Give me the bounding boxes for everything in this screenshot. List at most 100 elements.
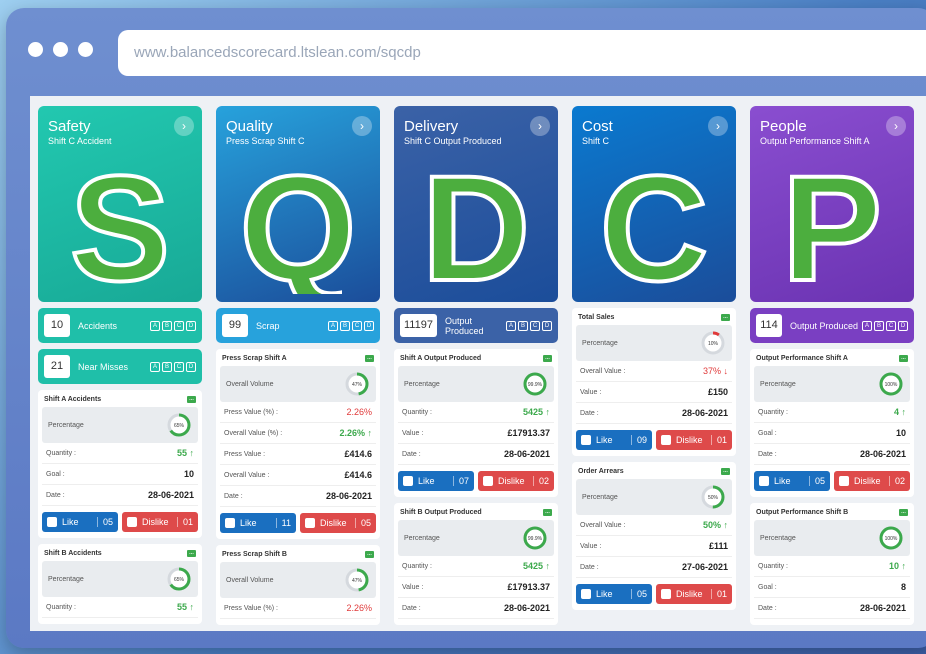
like-label: Like — [596, 589, 613, 599]
comment-icon[interactable]: … — [543, 509, 552, 516]
shift-d-toggle[interactable]: D — [542, 320, 552, 331]
metric-bar[interactable]: 10 Accidents A B C D — [38, 308, 202, 343]
shift-a-toggle[interactable]: A — [328, 320, 338, 331]
row-value: 55 ↑ — [176, 448, 194, 458]
thumbs-down-icon — [305, 518, 315, 528]
metric-value: 11197 — [400, 314, 437, 337]
progress-value: 100% — [885, 536, 898, 542]
shift-b-toggle[interactable]: B — [340, 320, 350, 331]
kpi-hero-cost[interactable]: Cost Shift C › C — [572, 106, 736, 302]
window-dot[interactable] — [78, 42, 93, 57]
kpi-hero-people[interactable]: People Output Performance Shift A › P — [750, 106, 914, 302]
comment-icon[interactable]: … — [187, 396, 196, 403]
row-label: Quantity : — [402, 408, 432, 416]
like-button[interactable]: Like 09 — [576, 430, 652, 450]
row-value: 28-06-2021 — [325, 491, 372, 501]
browser-window: www.balancedscorecard.ltslean.com/sqcdp … — [6, 8, 926, 648]
shift-b-toggle[interactable]: B — [162, 320, 172, 331]
shift-selector: ABCD — [150, 320, 196, 331]
card-header: Press Scrap Shift B… — [220, 549, 376, 562]
shift-b-toggle[interactable]: B — [518, 320, 528, 331]
letter-c-calendar: C — [598, 156, 710, 294]
like-button[interactable]: Like 11 — [220, 513, 296, 533]
comment-icon[interactable]: … — [365, 355, 374, 362]
shift-d-toggle[interactable]: D — [186, 361, 196, 372]
dislike-button[interactable]: Dislike 01 — [656, 430, 732, 450]
comment-icon[interactable]: … — [721, 468, 730, 475]
card-row: Value : £150 — [576, 382, 732, 403]
kpi-card: Shift A Output Produced … Percentage 99.9% Q… — [394, 349, 558, 497]
card-row: Date : 28-06-2021 — [220, 486, 376, 507]
card-row: Date : 28-06-2021 — [398, 444, 554, 465]
feedback-buttons: Like 05 Dislike 01 — [42, 512, 198, 532]
comment-icon[interactable]: … — [187, 550, 196, 557]
kpi-hero-quality[interactable]: Quality Press Scrap Shift C › Q — [216, 106, 380, 302]
comment-icon[interactable]: … — [899, 355, 908, 362]
like-label: Like — [774, 476, 791, 486]
comment-icon[interactable]: … — [365, 551, 374, 558]
sqcdp-board: Safety Shift C Accident › S 10 Accidents A B C D 2… — [30, 96, 926, 631]
dislike-button[interactable]: Dislike 02 — [478, 471, 554, 491]
comment-icon[interactable]: … — [543, 355, 552, 362]
shift-c-toggle[interactable]: C — [886, 320, 896, 331]
dislike-count: 01 — [176, 517, 193, 527]
metric-bar[interactable]: 11197 Output Produced A B C D — [394, 308, 558, 343]
comment-icon[interactable]: … — [899, 509, 908, 516]
comment-icon[interactable]: … — [721, 314, 730, 321]
like-label: Like — [62, 517, 79, 527]
shift-c-toggle[interactable]: C — [174, 361, 184, 372]
dislike-button[interactable]: Dislike 02 — [834, 471, 910, 491]
metric-bar[interactable]: 114 Output Produced A B C D — [750, 308, 914, 343]
shift-c-toggle[interactable]: C — [174, 320, 184, 331]
open-details-button[interactable]: › — [530, 116, 550, 136]
like-count: 05 — [96, 517, 113, 527]
progress-value: 65% — [174, 577, 185, 583]
metric-bar[interactable]: 99 Scrap A B C D — [216, 308, 380, 343]
shift-a-toggle[interactable]: A — [150, 320, 160, 331]
shift-c-toggle[interactable]: C — [352, 320, 362, 331]
shift-a-toggle[interactable]: A — [506, 320, 516, 331]
column-safety: Safety Shift C Accident › S 10 Accidents A B C D 2… — [38, 106, 202, 624]
row-label: Date : — [758, 450, 777, 458]
open-details-button[interactable]: › — [352, 116, 372, 136]
row-label: Quantity : — [46, 603, 76, 611]
row-value: £111 — [708, 541, 728, 551]
shift-a-toggle[interactable]: A — [862, 320, 872, 331]
like-button[interactable]: Like 07 — [398, 471, 474, 491]
dislike-button[interactable]: Dislike 05 — [300, 513, 376, 533]
open-details-button[interactable]: › — [708, 116, 728, 136]
percentage-panel: Overall Volume 47% — [220, 366, 376, 402]
window-dot[interactable] — [28, 42, 43, 57]
kpi-hero-safety[interactable]: Safety Shift C Accident › S — [38, 106, 202, 302]
card-row: Value : £17913.37 — [398, 423, 554, 444]
like-button[interactable]: Like 05 — [42, 512, 118, 532]
hero-subtitle: Output Performance Shift A — [760, 136, 870, 146]
shift-c-toggle[interactable]: C — [530, 320, 540, 331]
kpi-hero-delivery[interactable]: Delivery Shift C Output Produced › D — [394, 106, 558, 302]
card-row: Date : 28-06-2021 — [42, 485, 198, 506]
kpi-card: Output Performance Shift B … Percentage 100… — [750, 503, 914, 625]
card-row: Quantity : 5425 ↑ — [398, 556, 554, 577]
dislike-button[interactable]: Dislike 01 — [122, 512, 198, 532]
address-bar[interactable]: www.balancedscorecard.ltslean.com/sqcdp — [118, 30, 926, 76]
like-button[interactable]: Like 05 — [576, 584, 652, 604]
shift-d-toggle[interactable]: D — [898, 320, 908, 331]
like-label: Like — [240, 518, 257, 528]
shift-d-toggle[interactable]: D — [364, 320, 374, 331]
row-label: Overall Value : — [580, 367, 626, 375]
shift-b-toggle[interactable]: B — [874, 320, 884, 331]
card-row: Overall Value : 50% ↑ — [576, 515, 732, 536]
shift-d-toggle[interactable]: D — [186, 320, 196, 331]
shift-a-toggle[interactable]: A — [150, 361, 160, 372]
row-value: 2.26% — [346, 603, 372, 613]
open-details-button[interactable]: › — [886, 116, 906, 136]
row-value: £150 — [707, 387, 728, 397]
metric-value: 10 — [44, 314, 70, 337]
open-details-button[interactable]: › — [174, 116, 194, 136]
like-button[interactable]: Like 05 — [754, 471, 830, 491]
dislike-button[interactable]: Dislike 01 — [656, 584, 732, 604]
shift-b-toggle[interactable]: B — [162, 361, 172, 372]
row-value: 28-06-2021 — [859, 449, 906, 459]
window-dot[interactable] — [53, 42, 68, 57]
metric-bar[interactable]: 21 Near Misses A B C D — [38, 349, 202, 384]
